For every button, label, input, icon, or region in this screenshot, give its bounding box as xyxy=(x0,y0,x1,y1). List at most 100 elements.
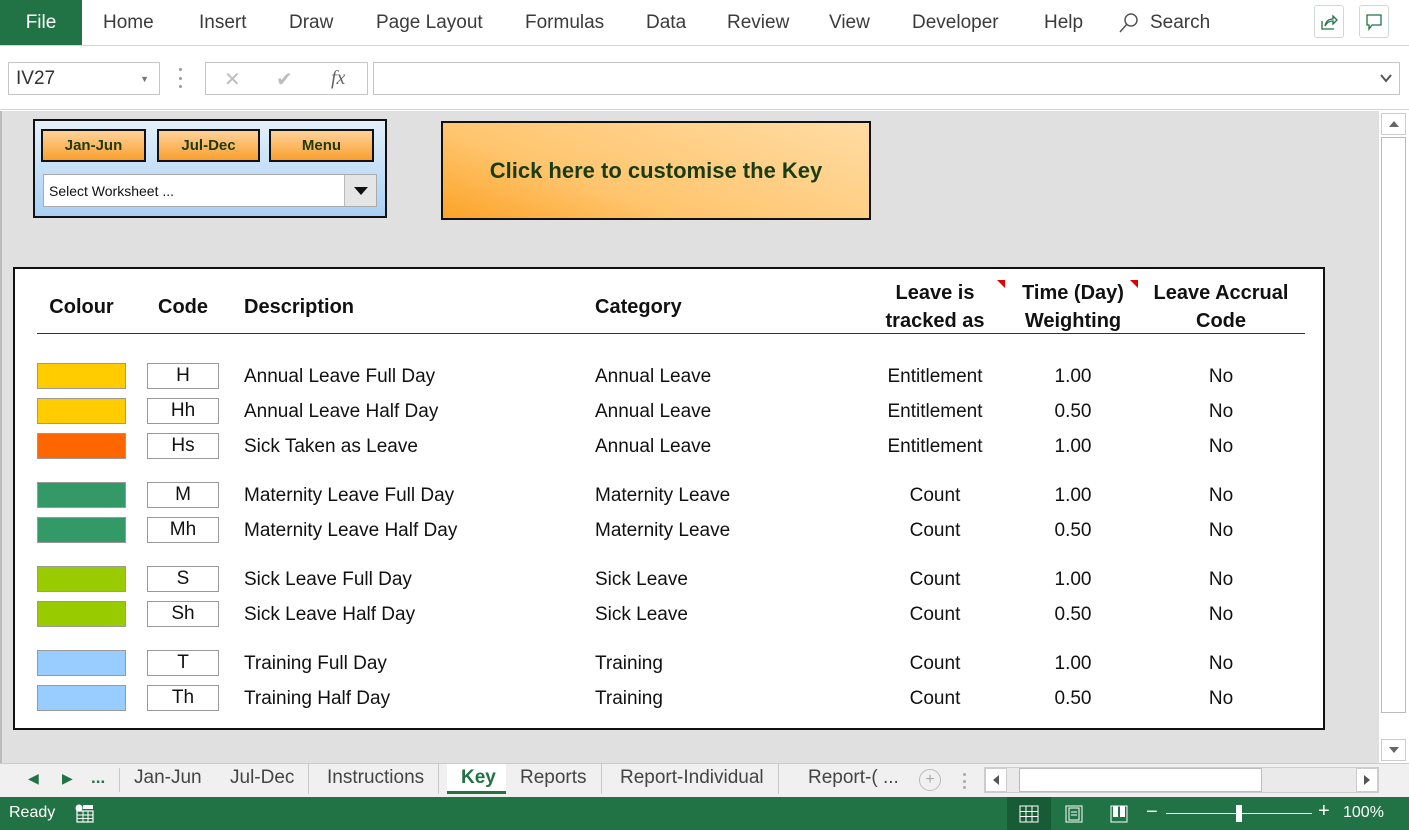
prev-sheet-icon[interactable]: ◀ xyxy=(28,770,39,787)
colour-swatch[interactable] xyxy=(37,517,126,543)
tab-formulas[interactable]: Formulas xyxy=(525,0,604,45)
comments-button[interactable] xyxy=(1359,5,1389,38)
tab-insert[interactable]: Insert xyxy=(199,0,247,45)
category-cell[interactable]: Sick Leave xyxy=(595,562,688,597)
category-cell[interactable]: Annual Leave xyxy=(595,429,711,464)
tracked-cell[interactable]: Entitlement xyxy=(865,394,1005,429)
category-cell[interactable]: Maternity Leave xyxy=(595,478,730,513)
dropdown-arrow-icon[interactable] xyxy=(344,175,376,206)
enter-icon[interactable]: ✔ xyxy=(276,67,293,92)
weighting-cell[interactable]: 1.00 xyxy=(1005,359,1141,394)
tab-developer[interactable]: Developer xyxy=(912,0,999,45)
tab-home[interactable]: Home xyxy=(103,0,154,45)
comment-indicator[interactable] xyxy=(997,280,1005,288)
colour-swatch[interactable] xyxy=(37,685,126,711)
sheet-tab-jul-dec[interactable]: Jul-Dec xyxy=(216,764,310,794)
weighting-cell[interactable]: 0.50 xyxy=(1005,597,1141,632)
tab-page-layout[interactable]: Page Layout xyxy=(376,0,483,45)
jan-jun-button[interactable]: Jan-Jun xyxy=(41,129,146,162)
jul-dec-button[interactable]: Jul-Dec xyxy=(157,129,260,162)
zoom-level[interactable]: 100% xyxy=(1343,804,1384,822)
add-sheet-button[interactable]: + xyxy=(919,769,941,791)
tracked-cell[interactable]: Count xyxy=(865,681,1005,716)
code-cell[interactable]: T xyxy=(147,650,219,676)
code-cell[interactable]: Sh xyxy=(147,601,219,627)
horizontal-scroll-thumb[interactable] xyxy=(1019,768,1262,792)
normal-view-button[interactable] xyxy=(1007,797,1051,830)
colour-swatch[interactable] xyxy=(37,398,126,424)
macro-recording-icon[interactable] xyxy=(74,804,94,823)
formula-input[interactable] xyxy=(373,62,1400,95)
weighting-cell[interactable]: 1.00 xyxy=(1005,562,1141,597)
colour-swatch[interactable] xyxy=(37,482,126,508)
category-cell[interactable]: Training xyxy=(595,646,663,681)
zoom-out-button[interactable]: − xyxy=(1146,801,1158,824)
tab-review[interactable]: Review xyxy=(727,0,789,45)
category-cell[interactable]: Annual Leave xyxy=(595,359,711,394)
tracked-cell[interactable]: Entitlement xyxy=(865,359,1005,394)
weighting-cell[interactable]: 1.00 xyxy=(1005,429,1141,464)
tab-scroll-splitter[interactable] xyxy=(963,773,966,789)
customise-key-button[interactable]: Click here to customise the Key xyxy=(441,121,871,220)
accrual-cell[interactable]: No xyxy=(1141,513,1301,548)
tracked-cell[interactable]: Entitlement xyxy=(865,429,1005,464)
colour-swatch[interactable] xyxy=(37,601,126,627)
worksheet-select[interactable]: Select Worksheet ... xyxy=(43,174,377,207)
scroll-up-button[interactable] xyxy=(1381,113,1406,135)
tracked-cell[interactable]: Count xyxy=(865,478,1005,513)
description-cell[interactable]: Maternity Leave Full Day xyxy=(244,478,454,513)
tracked-cell[interactable]: Count xyxy=(865,646,1005,681)
formula-bar-grip[interactable] xyxy=(178,68,182,88)
accrual-cell[interactable]: No xyxy=(1141,562,1301,597)
sheet-tab-jan-jun[interactable]: Jan-Jun xyxy=(120,764,217,794)
code-cell[interactable]: Hs xyxy=(147,433,219,459)
tracked-cell[interactable]: Count xyxy=(865,597,1005,632)
description-cell[interactable]: Sick Leave Full Day xyxy=(244,562,412,597)
chevron-down-icon[interactable]: ▼ xyxy=(140,74,149,84)
description-cell[interactable]: Annual Leave Half Day xyxy=(244,394,438,429)
page-break-preview-button[interactable] xyxy=(1097,797,1141,830)
description-cell[interactable]: Sick Taken as Leave xyxy=(244,429,418,464)
accrual-cell[interactable]: No xyxy=(1141,478,1301,513)
comment-indicator[interactable] xyxy=(1130,280,1138,288)
colour-swatch[interactable] xyxy=(37,433,126,459)
accrual-cell[interactable]: No xyxy=(1141,681,1301,716)
page-layout-view-button[interactable] xyxy=(1052,797,1096,830)
tab-view[interactable]: View xyxy=(829,0,870,45)
sheet-tab-report-individual[interactable]: Report-Individual xyxy=(606,764,779,794)
sheet-tab-key[interactable]: Key xyxy=(447,764,511,794)
category-cell[interactable]: Maternity Leave xyxy=(595,513,730,548)
weighting-cell[interactable]: 1.00 xyxy=(1005,478,1141,513)
tab-help[interactable]: Help xyxy=(1044,0,1083,45)
name-box[interactable]: IV27 ▼ xyxy=(8,62,160,95)
insert-function-icon[interactable]: fx xyxy=(331,67,345,90)
accrual-cell[interactable]: No xyxy=(1141,646,1301,681)
expand-formula-bar-icon[interactable] xyxy=(1379,71,1393,85)
weighting-cell[interactable]: 1.00 xyxy=(1005,646,1141,681)
cancel-icon[interactable]: ✕ xyxy=(224,67,241,92)
zoom-slider[interactable]: − + xyxy=(1146,797,1336,830)
scroll-left-button[interactable] xyxy=(985,768,1007,792)
tracked-cell[interactable]: Count xyxy=(865,562,1005,597)
next-sheet-icon[interactable]: ▶ xyxy=(62,770,73,787)
category-cell[interactable]: Annual Leave xyxy=(595,394,711,429)
sheet-tab-instructions[interactable]: Instructions xyxy=(313,764,440,794)
weighting-cell[interactable]: 0.50 xyxy=(1005,394,1141,429)
accrual-cell[interactable]: No xyxy=(1141,394,1301,429)
tab-data[interactable]: Data xyxy=(646,0,686,45)
tab-draw[interactable]: Draw xyxy=(289,0,333,45)
sheet-tab-report-other[interactable]: Report-( ... xyxy=(794,764,913,794)
code-cell[interactable]: S xyxy=(147,566,219,592)
code-cell[interactable]: M xyxy=(147,482,219,508)
search-box[interactable]: Search xyxy=(1118,0,1210,45)
code-cell[interactable]: H xyxy=(147,363,219,389)
weighting-cell[interactable]: 0.50 xyxy=(1005,513,1141,548)
description-cell[interactable]: Annual Leave Full Day xyxy=(244,359,435,394)
category-cell[interactable]: Sick Leave xyxy=(595,597,688,632)
zoom-in-button[interactable]: + xyxy=(1318,800,1330,823)
accrual-cell[interactable]: No xyxy=(1141,597,1301,632)
more-sheets-button[interactable]: ... xyxy=(91,768,105,788)
accrual-cell[interactable]: No xyxy=(1141,429,1301,464)
code-cell[interactable]: Mh xyxy=(147,517,219,543)
code-cell[interactable]: Th xyxy=(147,685,219,711)
